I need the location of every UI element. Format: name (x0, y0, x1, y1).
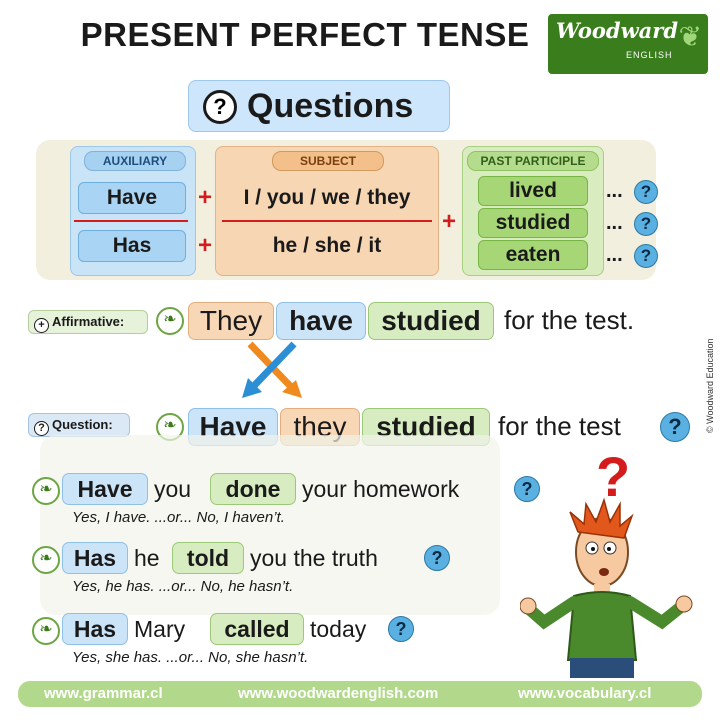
fern-icon: ❧ (156, 307, 184, 335)
left-pupil (591, 547, 595, 551)
questions-heading: ? Questions (188, 80, 450, 132)
question-mark-icon: ? (424, 545, 450, 571)
fern-icon: ❧ (32, 617, 60, 645)
fern-icon: ❧ (32, 546, 60, 574)
footer-link-grammar[interactable]: www.grammar.cl (44, 685, 163, 702)
left-hand (520, 597, 537, 615)
example-answer: Yes, she has. ...or... No, she hasn’t. (72, 649, 309, 666)
plus-sign: + (198, 232, 213, 259)
example-subject: Mary (134, 616, 186, 642)
question-mark-icon: ? (388, 616, 414, 642)
affirmative-rest: for the test. (504, 305, 635, 335)
example-rest: today (310, 616, 367, 642)
example-subject: you (154, 476, 192, 502)
question-circle-icon: ? (34, 421, 49, 436)
copyright-vertical: © Woodward Education (704, 290, 716, 440)
question-mark-icon: ? (634, 212, 658, 236)
aux-divider (74, 220, 188, 222)
example-answer: Yes, he has. ...or... No, he hasn’t. (72, 578, 294, 595)
trousers (570, 658, 634, 678)
plus-sign: + (198, 184, 213, 211)
logo-sub: ENGLISH (626, 50, 673, 60)
red-question-mark: ? (596, 446, 630, 508)
auxiliary-header: AUXILIARY (84, 151, 186, 171)
participle-eaten: eaten (478, 240, 588, 270)
affirmative-label: + Affirmative: (28, 310, 148, 334)
plus-sign: + (442, 208, 457, 235)
question-rest: for the test (498, 411, 621, 441)
example-auxiliary: Has (62, 613, 128, 645)
example-answer: Yes, I have. ...or... No, I haven’t. (72, 509, 285, 526)
participle-header: PAST PARTICIPLE (467, 151, 599, 171)
swap-arrows (242, 341, 302, 398)
confused-man-illustration: ? (520, 446, 693, 678)
footer-link-vocabulary[interactable]: www.vocabulary.cl (518, 685, 651, 702)
example-rest: you the truth (250, 545, 378, 571)
example-subject: he (134, 545, 160, 571)
example-participle: done (210, 473, 296, 505)
affirmative-subject: They (188, 302, 274, 340)
question-mark-icon: ? (634, 180, 658, 204)
example-auxiliary: Has (62, 542, 128, 574)
fern-icon: ❧ (32, 477, 60, 505)
subject-divider (222, 220, 432, 222)
fern-icon: ❦ (678, 21, 702, 52)
question-mark-icon: ? (660, 412, 690, 442)
subject-singular: he / she / it (272, 234, 382, 257)
auxiliary-has: Has (78, 230, 186, 262)
plus-circle-icon: + (34, 318, 49, 333)
subject-header: SUBJECT (272, 151, 384, 171)
participle-lived: lived (478, 176, 588, 206)
logo-name: Woodward (556, 18, 679, 43)
page-title: PRESENT PERFECT TENSE (80, 16, 530, 53)
subject-plural: I / you / we / they (243, 186, 411, 209)
questions-heading-label: Questions (247, 87, 414, 125)
question-label: ? Question: (28, 413, 130, 437)
example-participle: called (210, 613, 304, 645)
auxiliary-have: Have (78, 182, 186, 214)
example-auxiliary: Have (62, 473, 148, 505)
affirmative-participle: studied (368, 302, 494, 340)
right-arm (624, 596, 688, 630)
example-rest: your homework (302, 476, 460, 502)
mouth (599, 568, 609, 576)
ellipsis: ... (606, 244, 623, 266)
question-mark-icon: ? (634, 244, 658, 268)
example-participle: told (172, 542, 244, 574)
ellipsis: ... (606, 180, 623, 202)
question-label-text: Question: (52, 417, 113, 432)
affirmative-auxiliary: have (276, 302, 366, 340)
right-hand (675, 595, 693, 613)
ellipsis: ... (606, 212, 623, 234)
question-circle-icon: ? (203, 90, 237, 124)
footer-link-woodward[interactable]: www.woodwardenglish.com (238, 685, 438, 702)
right-pupil (607, 547, 611, 551)
affirmative-label-text: Affirmative: (52, 314, 125, 329)
copyright-text: © Woodward Education (705, 338, 715, 433)
woodward-logo: Woodward ENGLISH ❦ (548, 14, 708, 74)
participle-studied: studied (478, 208, 588, 238)
